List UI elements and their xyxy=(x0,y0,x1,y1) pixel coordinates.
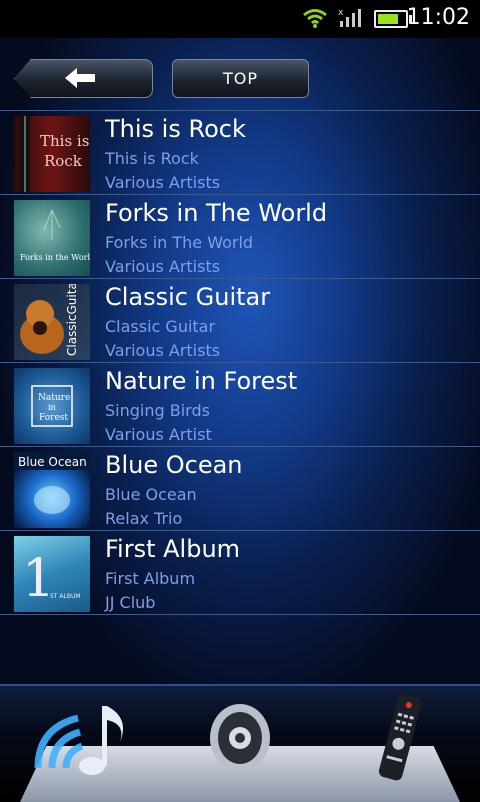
svg-text:Forest: Forest xyxy=(39,413,68,423)
arrow-left-icon xyxy=(65,68,95,88)
album-subtitle: Blue Ocean xyxy=(105,485,197,504)
album-subtitle: First Album xyxy=(105,569,196,588)
album-artist: Various Artists xyxy=(105,341,221,360)
album-title: Classic Guitar xyxy=(105,283,271,311)
album-art: This is Rock xyxy=(14,116,90,192)
svg-text:in: in xyxy=(48,403,56,412)
album-title: Blue Ocean xyxy=(105,451,243,479)
status-time: 11:02 xyxy=(406,5,470,30)
svg-text:x: x xyxy=(338,8,344,18)
svg-text:Blue Ocean: Blue Ocean xyxy=(18,455,87,469)
album-art: ClassicGuitar xyxy=(14,284,90,360)
toolbar: TOP xyxy=(0,38,480,110)
album-row[interactable]: Nature in Forest Nature in Forest Singin… xyxy=(0,362,480,446)
album-title: This is Rock xyxy=(105,115,246,143)
album-row[interactable]: Forks in the World Forks in The World Fo… xyxy=(0,194,480,278)
music-icon[interactable] xyxy=(28,698,138,788)
album-row[interactable]: This is Rock This is Rock This is Rock V… xyxy=(0,110,480,194)
album-title: First Album xyxy=(105,535,241,563)
album-row[interactable]: 1 ST ALBUM First Album First Album JJ Cl… xyxy=(0,530,480,615)
album-artist: Various Artist xyxy=(105,425,212,444)
svg-text:ClassicGuitar: ClassicGuitar xyxy=(65,284,79,356)
album-art: Blue Ocean xyxy=(14,452,90,528)
album-title: Nature in Forest xyxy=(105,367,298,395)
album-list: This is Rock This is Rock This is Rock V… xyxy=(0,110,480,615)
album-row[interactable]: ClassicGuitar Classic Guitar Classic Gui… xyxy=(0,278,480,362)
svg-text:Nature: Nature xyxy=(38,393,70,403)
status-bar: x 11:02 xyxy=(0,0,480,38)
svg-text:Rock: Rock xyxy=(44,152,83,170)
album-artist: Relax Trio xyxy=(105,509,183,528)
album-subtitle: This is Rock xyxy=(105,149,199,168)
svg-text:ST ALBUM: ST ALBUM xyxy=(50,593,81,600)
album-title: Forks in The World xyxy=(105,199,328,227)
album-subtitle: Classic Guitar xyxy=(105,317,216,336)
wifi-icon xyxy=(303,9,327,28)
remote-icon[interactable] xyxy=(370,688,430,788)
signal-icon: x xyxy=(338,8,361,27)
album-art: Nature in Forest xyxy=(14,368,90,444)
album-row[interactable]: Blue Ocean Blue Ocean Blue Ocean Relax T… xyxy=(0,446,480,530)
album-artist: Various Artists xyxy=(105,173,221,192)
bottom-dock xyxy=(0,684,480,802)
album-art: 1 ST ALBUM xyxy=(14,536,90,612)
album-subtitle: Forks in The World xyxy=(105,233,254,252)
top-button[interactable]: TOP xyxy=(172,59,309,98)
album-art: Forks in the World xyxy=(14,200,90,276)
svg-text:This is: This is xyxy=(40,132,89,150)
speaker-icon[interactable] xyxy=(206,698,274,778)
battery-icon xyxy=(374,10,412,28)
album-subtitle: Singing Birds xyxy=(105,401,210,420)
album-artist: JJ Club xyxy=(105,593,156,612)
back-button[interactable] xyxy=(14,59,153,98)
main-panel: TOP This is Rock This is Rock This is Ro… xyxy=(0,38,480,684)
album-artist: Various Artists xyxy=(105,257,221,276)
svg-text:Forks in the World: Forks in the World xyxy=(20,253,90,262)
svg-text:1: 1 xyxy=(22,549,55,609)
